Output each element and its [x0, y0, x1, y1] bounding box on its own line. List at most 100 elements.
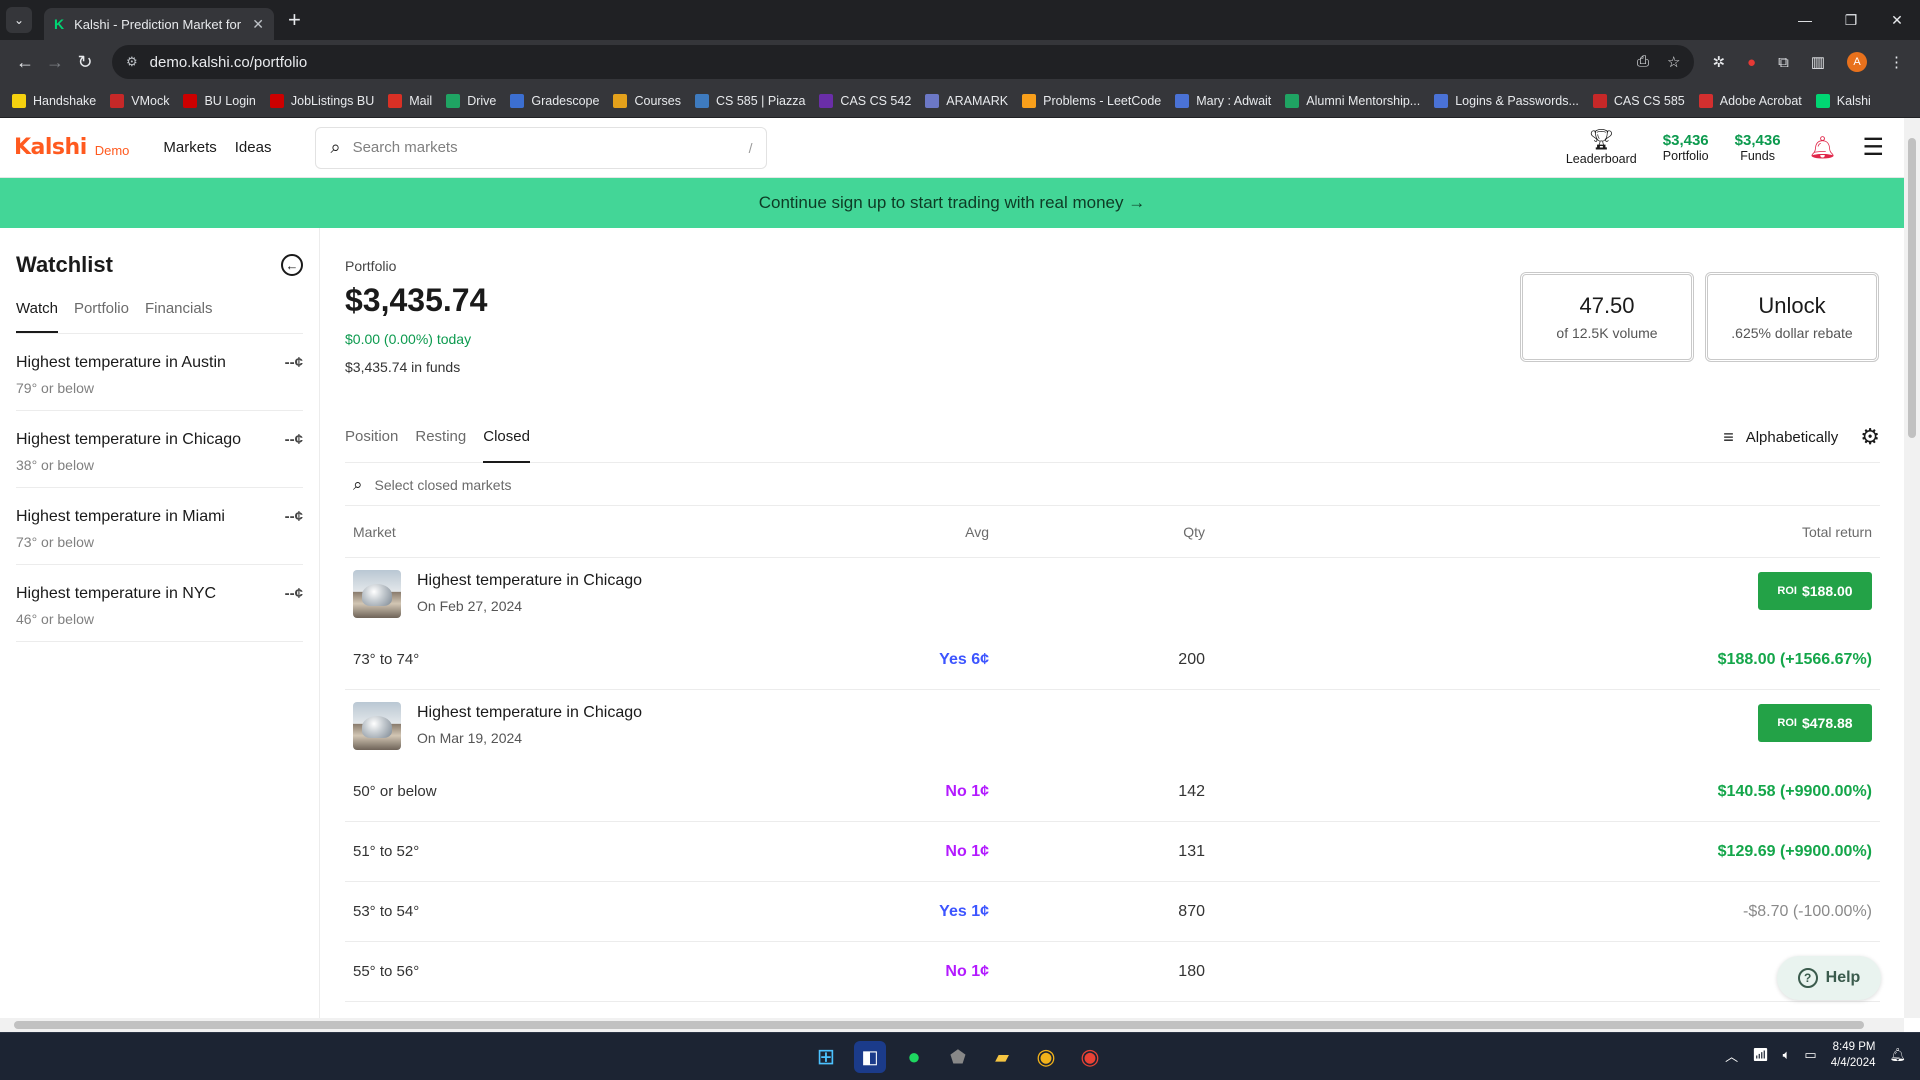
- install-app-icon[interactable]: ⎙: [1637, 53, 1649, 71]
- horizontal-scroll-thumb[interactable]: [14, 1021, 1864, 1029]
- omnibox[interactable]: ⚙ demo.kalshi.co/portfolio ⎙ ☆: [112, 45, 1695, 79]
- col-qty[interactable]: Qty: [1135, 524, 1205, 540]
- table-row[interactable]: 51° to 52° No 1¢ 131 $129.69 (+9900.00%): [345, 822, 1880, 882]
- bookmark-item[interactable]: Mary : Adwait: [1175, 93, 1271, 108]
- trophy-icon: 🏆︎: [1588, 128, 1614, 151]
- tab-closed[interactable]: Closed: [483, 428, 530, 463]
- taskbar-clock[interactable]: 8:49 PM 4/4/2024: [1831, 1039, 1876, 1071]
- watchlist-item[interactable]: Highest temperature in Miami 73° or below…: [16, 488, 303, 565]
- rebate-card[interactable]: Unlock .625% dollar rebate: [1705, 272, 1879, 362]
- vertical-scroll-thumb[interactable]: [1908, 138, 1916, 438]
- help-button[interactable]: ? Help: [1777, 956, 1881, 1000]
- tab-resting[interactable]: Resting: [415, 428, 466, 463]
- bookmark-star-icon[interactable]: ☆: [1667, 53, 1680, 71]
- chrome-profile-icon[interactable]: ◉: [1074, 1041, 1106, 1073]
- new-tab-icon[interactable]: +: [288, 7, 301, 33]
- bookmark-item[interactable]: ARAMARK: [925, 93, 1008, 108]
- bookmark-item[interactable]: Kalshi: [1815, 93, 1871, 108]
- horizontal-scrollbar[interactable]: [0, 1018, 1904, 1032]
- leaderboard-link[interactable]: 🏆︎ Leaderboard: [1566, 130, 1637, 166]
- tab-close-icon[interactable]: ✕: [252, 16, 264, 33]
- bookmark-item[interactable]: Drive: [446, 93, 496, 108]
- bookmark-item[interactable]: Handshake: [12, 93, 96, 108]
- minimize-icon[interactable]: —: [1782, 0, 1828, 40]
- windows-start-icon[interactable]: ⊞: [810, 1041, 842, 1073]
- vertical-scrollbar[interactable]: [1904, 118, 1920, 1018]
- restore-icon[interactable]: ❐: [1828, 0, 1874, 40]
- bookmark-item[interactable]: Problems - LeetCode: [1022, 93, 1161, 108]
- table-row[interactable]: 53° to 54° Yes 1¢ 870 -$8.70 (-100.00%): [345, 882, 1880, 942]
- watchlist-item[interactable]: Highest temperature in Austin 79° or belo…: [16, 334, 303, 411]
- window-close-icon[interactable]: ✕: [1874, 0, 1920, 40]
- app-store-icon[interactable]: ◧: [854, 1041, 886, 1073]
- back-icon[interactable]: ←: [10, 52, 40, 73]
- market-title[interactable]: Highest temperature in Chicago: [417, 704, 642, 722]
- battery-icon[interactable]: ▭: [1804, 1047, 1816, 1063]
- tab-position[interactable]: Position: [345, 428, 398, 463]
- bookmark-item[interactable]: Gradescope: [510, 93, 599, 108]
- roi-button[interactable]: ROI $188.00: [1758, 572, 1872, 610]
- signup-banner[interactable]: Continue sign up to start trading with r…: [0, 178, 1904, 228]
- settings-gear-icon[interactable]: ⚙: [1860, 424, 1880, 450]
- nav-markets[interactable]: Markets: [163, 139, 216, 156]
- collapse-arrow-icon[interactable]: ←: [281, 254, 303, 276]
- bookmark-item[interactable]: CAS CS 542: [819, 93, 911, 108]
- col-market[interactable]: Market: [353, 524, 396, 540]
- bookmark-item[interactable]: Courses: [613, 93, 681, 108]
- volume-icon[interactable]: 🔈︎: [1783, 1047, 1791, 1063]
- reload-icon[interactable]: ↻: [70, 52, 100, 73]
- bookmark-item[interactable]: Adobe Acrobat: [1698, 93, 1802, 108]
- tab-watch[interactable]: Watch: [16, 300, 58, 333]
- hamburger-menu-icon[interactable]: ☰: [1862, 133, 1884, 162]
- bookmark-label: BU Login: [204, 93, 256, 108]
- market-title[interactable]: Highest temperature in Chicago: [417, 572, 642, 590]
- table-row[interactable]: 50° or below No 1¢ 142 $140.58 (+9900.00%): [345, 762, 1880, 822]
- wifi-icon[interactable]: 📶︎: [1752, 1047, 1769, 1063]
- table-row[interactable]: 55° to 56°No 1¢180$178.20 (: [345, 942, 1880, 1002]
- funds-stat[interactable]: $3,436 Funds: [1735, 132, 1781, 163]
- market-group-row[interactable]: Highest temperature in Chicago On Feb 27,…: [345, 558, 1880, 630]
- watchlist-item[interactable]: Highest temperature in NYC 46° or below --…: [16, 565, 303, 642]
- tab-portfolio[interactable]: Portfolio: [74, 300, 129, 333]
- sort-lines-icon[interactable]: ≡: [1723, 427, 1734, 448]
- roi-button[interactable]: ROI $478.88: [1758, 704, 1872, 742]
- site-info-icon[interactable]: ⚙: [126, 54, 138, 70]
- bookmark-item[interactable]: JobListings BU: [269, 93, 374, 108]
- bookmark-item[interactable]: Alumni Mentorship...: [1285, 93, 1420, 108]
- forward-icon[interactable]: →: [40, 52, 70, 73]
- side-panel-icon[interactable]: ▥: [1811, 53, 1825, 71]
- browser-tab[interactable]: K Kalshi - Prediction Market for Tr ✕: [44, 8, 274, 40]
- extensions-puzzle-icon[interactable]: ⧉: [1778, 54, 1789, 71]
- bookmark-item[interactable]: Mail: [388, 93, 432, 108]
- notification-bell-icon[interactable]: 🔔︎: [1809, 135, 1837, 161]
- col-total-return[interactable]: Total return: [1802, 524, 1872, 540]
- portfolio-stat[interactable]: $3,436 Portfolio: [1663, 132, 1709, 163]
- nav-ideas[interactable]: Ideas: [235, 139, 272, 156]
- bookmark-item[interactable]: BU Login: [183, 93, 256, 108]
- tray-chevron-icon[interactable]: ︿: [1725, 1046, 1738, 1065]
- chrome-icon[interactable]: ◉: [1030, 1041, 1062, 1073]
- notifications-icon[interactable]: 🔔︎: [1889, 1047, 1906, 1063]
- bookmark-item[interactable]: CS 585 | Piazza: [695, 93, 805, 108]
- file-explorer-icon[interactable]: ▰: [986, 1041, 1018, 1073]
- bookmark-item[interactable]: VMock: [110, 93, 169, 108]
- sort-label[interactable]: Alphabetically: [1746, 429, 1839, 446]
- closed-markets-search[interactable]: ⌕ Select closed markets: [345, 464, 1880, 506]
- browser-menu-icon[interactable]: ⋮: [1889, 53, 1904, 71]
- profile-avatar[interactable]: A: [1847, 52, 1867, 72]
- shield-app-icon[interactable]: ⬟: [942, 1041, 974, 1073]
- watchlist-item[interactable]: Highest temperature in Chicago 38° or bel…: [16, 411, 303, 488]
- tab-financials[interactable]: Financials: [145, 300, 213, 333]
- extension-red-icon[interactable]: ●: [1747, 54, 1756, 71]
- kalshi-logo[interactable]: Kalshi: [14, 135, 87, 160]
- bookmark-item[interactable]: Logins & Passwords...: [1434, 93, 1579, 108]
- bookmark-item[interactable]: CAS CS 585: [1592, 93, 1685, 108]
- market-group-row[interactable]: Highest temperature in Chicago On Mar 19,…: [345, 690, 1880, 762]
- extension-cookie-icon[interactable]: ✲: [1712, 53, 1725, 71]
- spotify-icon[interactable]: ●: [898, 1041, 930, 1073]
- table-row[interactable]: 73° to 74° Yes 6¢ 200 $188.00 (+1566.67%): [345, 630, 1880, 690]
- tab-search-chevron-icon[interactable]: ⌄: [6, 7, 32, 33]
- volume-card[interactable]: 47.50 of 12.5K volume: [1520, 272, 1694, 362]
- col-avg[interactable]: Avg: [919, 524, 989, 540]
- search-markets-input[interactable]: ⌕ Search markets /: [315, 126, 768, 169]
